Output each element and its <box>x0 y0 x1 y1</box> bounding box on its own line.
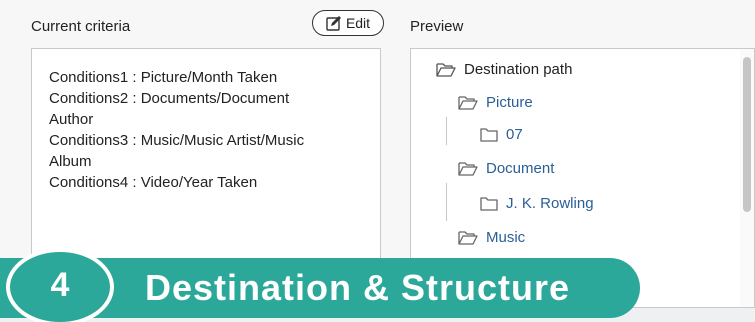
criteria-line: Conditions2 : Documents/Document <box>49 90 290 107</box>
tree-node-label: Document <box>486 160 555 177</box>
preview-title: Preview <box>410 18 464 35</box>
open-folder-icon <box>458 230 478 245</box>
pencil-icon <box>326 15 342 31</box>
edit-button-label: Edit <box>345 15 371 31</box>
tree-node-label: Picture <box>486 94 533 111</box>
tree-node-document[interactable]: Document <box>458 160 554 177</box>
open-folder-icon <box>458 161 478 176</box>
tree-guide-line <box>446 183 447 221</box>
tree-guide-line <box>446 117 447 145</box>
tree-root-label: Destination path <box>464 61 573 78</box>
tree-node-label: J. K. Rowling <box>506 195 594 212</box>
criteria-line: Album <box>49 153 92 170</box>
criteria-line: Conditions3 : Music/Music Artist/Music <box>49 132 305 149</box>
step-title: Destination & Structure <box>145 267 571 308</box>
criteria-line: Author <box>49 111 94 128</box>
criteria-line: Conditions4 : Video/Year Taken <box>49 174 258 191</box>
tree-node-label: Music <box>486 229 526 246</box>
organize-rule-panel: Current criteria Edit Conditions1 : Pict… <box>0 0 755 322</box>
folder-icon <box>480 128 498 142</box>
current-criteria-title: Current criteria <box>31 18 131 35</box>
preview-scrollbar[interactable] <box>740 49 754 307</box>
tree-node-picture[interactable]: Picture <box>458 94 533 111</box>
tree-node-music[interactable]: Music <box>458 229 525 246</box>
step-number: 4 <box>50 266 70 304</box>
tree-node-jk-rowling[interactable]: J. K. Rowling <box>480 195 594 212</box>
scrollbar-thumb[interactable] <box>743 57 751 212</box>
tree-node-label: 07 <box>506 126 523 143</box>
step-number-badge: 4 <box>10 252 110 322</box>
open-folder-icon <box>458 95 478 110</box>
edit-button[interactable]: Edit <box>312 10 384 36</box>
criteria-line: Conditions1 : Picture/Month Taken <box>49 69 278 86</box>
tree-root[interactable]: Destination path <box>436 61 572 78</box>
folder-icon <box>480 197 498 211</box>
tree-node-07[interactable]: 07 <box>480 126 523 143</box>
open-folder-icon <box>436 62 456 77</box>
